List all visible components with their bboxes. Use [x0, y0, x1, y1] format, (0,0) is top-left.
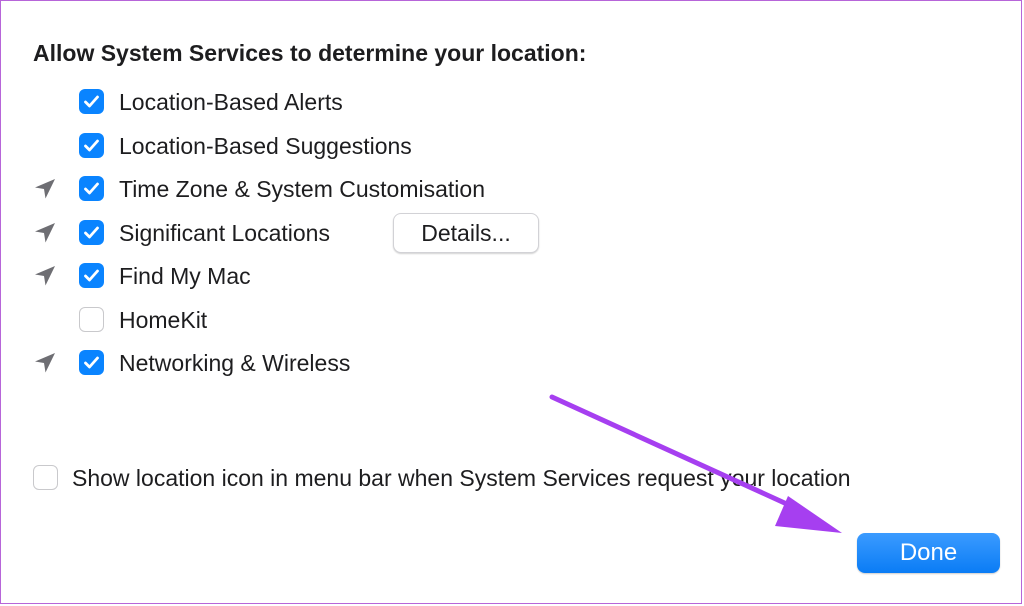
service-label: Significant Locations — [119, 220, 330, 246]
significant-locations-checkbox[interactable] — [79, 220, 104, 245]
location-arrow-icon — [35, 353, 55, 373]
checkmark-icon — [84, 269, 99, 282]
find-my-mac-checkbox[interactable] — [79, 263, 104, 288]
dialog-heading: Allow System Services to determine your … — [33, 40, 587, 66]
checkmark-icon — [84, 226, 99, 239]
checkmark-icon — [84, 356, 99, 369]
networking-wireless-checkbox[interactable] — [79, 350, 104, 375]
checkmark-icon — [84, 182, 99, 195]
location-arrow-icon — [35, 179, 55, 199]
location-based-suggestions-checkbox[interactable] — [79, 133, 104, 158]
homekit-checkbox[interactable] — [79, 307, 104, 332]
service-label: Location-Based Suggestions — [119, 133, 412, 159]
location-arrow-icon — [35, 266, 55, 286]
service-label: Networking & Wireless — [119, 350, 351, 376]
show-location-icon-checkbox[interactable] — [33, 465, 58, 490]
time-zone-checkbox[interactable] — [79, 176, 104, 201]
checkmark-icon — [84, 139, 99, 152]
location-based-alerts-checkbox[interactable] — [79, 89, 104, 114]
service-label: Location-Based Alerts — [119, 89, 343, 115]
show-location-icon-label: Show location icon in menu bar when Syst… — [72, 465, 851, 491]
checkmark-icon — [84, 95, 99, 108]
service-label: HomeKit — [119, 307, 208, 333]
done-button[interactable]: Done — [857, 533, 1000, 573]
service-label: Find My Mac — [119, 263, 251, 289]
service-label: Time Zone & System Customisation — [119, 176, 485, 202]
location-arrow-icon — [35, 223, 55, 243]
details-button[interactable]: Details... — [393, 213, 539, 253]
